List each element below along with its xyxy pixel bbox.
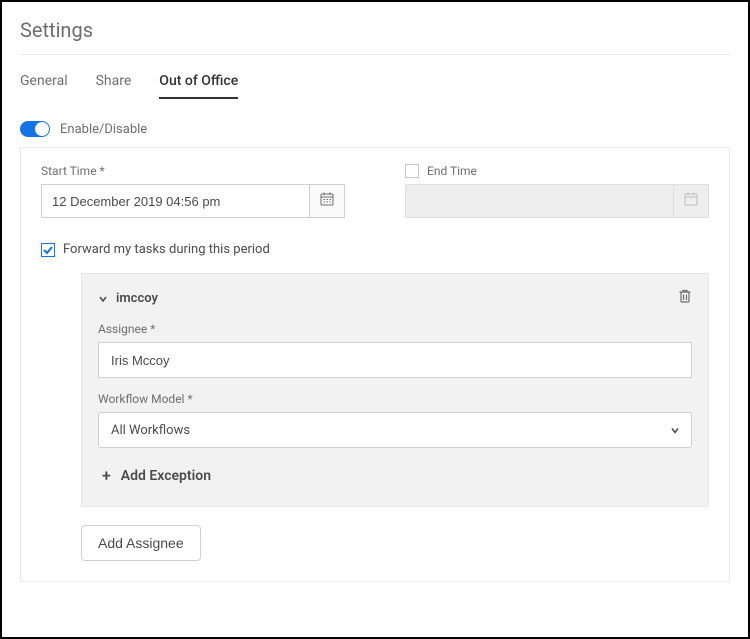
enable-toggle[interactable] (20, 121, 50, 137)
tab-out-of-office[interactable]: Out of Office (159, 69, 238, 99)
calendar-icon (683, 191, 699, 211)
delete-assignee-button[interactable] (678, 288, 692, 308)
assignee-card: imccoy Assignee * Work (81, 273, 709, 507)
add-assignee-label: Add Assignee (98, 535, 184, 551)
trash-icon (678, 289, 692, 308)
forward-tasks-checkbox[interactable] (41, 243, 55, 257)
divider (20, 54, 730, 55)
add-assignee-button[interactable]: Add Assignee (81, 525, 201, 561)
tabs: General Share Out of Office (20, 69, 730, 99)
end-time-label: End Time (427, 164, 477, 178)
assignee-user-id: imccoy (116, 291, 158, 306)
end-time-calendar-button (673, 184, 709, 218)
workflow-model-select[interactable]: All Workflows (98, 412, 692, 448)
plus-icon: + (102, 468, 111, 484)
chevron-down-icon (98, 289, 108, 308)
assignee-field-label: Assignee * (98, 322, 692, 336)
tab-general[interactable]: General (20, 69, 68, 99)
assignee-input[interactable] (98, 342, 692, 378)
enable-toggle-label: Enable/Disable (60, 122, 147, 137)
forward-tasks-label: Forward my tasks during this period (63, 242, 270, 257)
end-time-input (405, 184, 673, 218)
start-time-label: Start Time * (41, 164, 345, 178)
page-title: Settings (20, 18, 730, 42)
start-time-calendar-button[interactable] (309, 184, 345, 218)
tab-share[interactable]: Share (96, 69, 132, 99)
workflow-model-label: Workflow Model * (98, 392, 692, 406)
workflow-model-value: All Workflows (111, 423, 190, 438)
assignee-card-toggle[interactable]: imccoy (98, 289, 158, 308)
add-exception-button[interactable]: + Add Exception (98, 462, 692, 490)
out-of-office-panel: Start Time * (20, 147, 730, 582)
start-time-input[interactable] (41, 184, 309, 218)
add-exception-label: Add Exception (121, 468, 211, 484)
calendar-icon (319, 191, 335, 211)
end-time-checkbox[interactable] (405, 164, 419, 178)
